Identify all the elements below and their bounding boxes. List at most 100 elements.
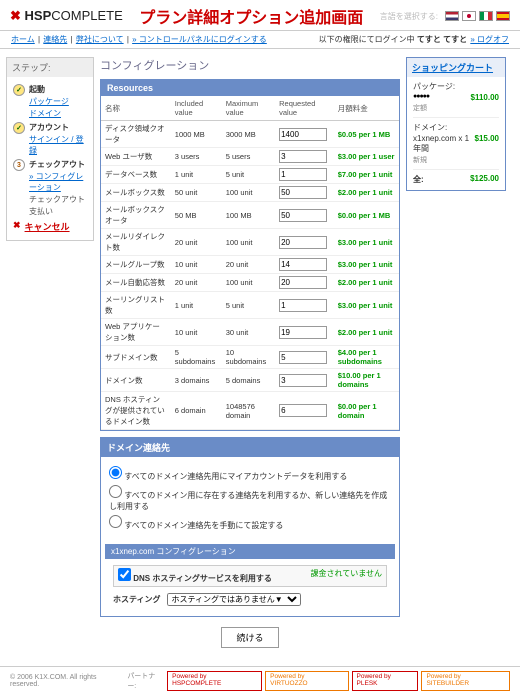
res-included: 10 unit bbox=[171, 319, 222, 346]
res-fee: $2.00 per 1 unit bbox=[334, 184, 399, 202]
res-requested-input[interactable] bbox=[279, 299, 327, 312]
cart-link[interactable]: ショッピングカート bbox=[412, 63, 493, 73]
cart-dom-price: $15.00 bbox=[475, 134, 499, 154]
res-included: 1000 MB bbox=[171, 121, 222, 148]
page-title: プラン詳細オプション追加画面 bbox=[139, 4, 363, 28]
res-requested-input[interactable] bbox=[279, 186, 327, 199]
res-requested-input[interactable] bbox=[279, 404, 327, 417]
cart-pkg-price: $110.00 bbox=[471, 93, 499, 102]
step1-sub-package[interactable]: パッケージ bbox=[29, 96, 69, 107]
radio-use-existing[interactable]: すべてのドメイン用に存在する連絡先を利用するか、新しい連絡先を作成し利用する bbox=[109, 485, 391, 512]
step3-sub-pay: 支払い bbox=[29, 206, 87, 217]
res-requested-input[interactable] bbox=[279, 351, 327, 364]
col-requested: Requested value bbox=[275, 96, 334, 121]
res-requested-input[interactable] bbox=[279, 128, 327, 141]
res-included: 20 unit bbox=[171, 274, 222, 292]
table-row: ドメイン数3 domains5 domains$10.00 per 1 doma… bbox=[101, 369, 399, 392]
res-included: 20 unit bbox=[171, 229, 222, 256]
res-max: 10 subdomains bbox=[222, 346, 275, 369]
cart-total: $125.00 bbox=[470, 174, 499, 185]
nav-contact[interactable]: 連絡先 bbox=[43, 35, 67, 44]
cart-pkg-name: ●●●●● bbox=[413, 93, 429, 102]
radio-use-account[interactable]: すべてのドメイン連絡先用にマイアカウントデータを利用する bbox=[109, 466, 391, 482]
res-fee: $0.05 per 1 MB bbox=[334, 121, 399, 148]
res-requested-input[interactable] bbox=[279, 326, 327, 339]
steps-title: ステップ: bbox=[7, 58, 93, 77]
res-fee: $3.00 per 1 unit bbox=[334, 256, 399, 274]
res-name: ディスク領域クオータ bbox=[101, 121, 171, 148]
res-max: 20 unit bbox=[222, 256, 275, 274]
res-requested-input[interactable] bbox=[279, 276, 327, 289]
res-fee: $4.00 per 1 subdomains bbox=[334, 346, 399, 369]
badge-sitebuilder[interactable]: Powered by SITEBUILDER bbox=[421, 671, 510, 691]
res-requested-input[interactable] bbox=[279, 209, 327, 222]
hosting-select[interactable]: ホスティングではありません▼ bbox=[167, 593, 301, 606]
table-row: Web ユーザ数3 users5 users$3.00 per 1 user bbox=[101, 148, 399, 166]
res-max: 100 unit bbox=[222, 184, 275, 202]
nav-about[interactable]: 弊社について bbox=[76, 35, 124, 44]
res-requested-input[interactable] bbox=[279, 374, 327, 387]
table-row: DNS ホスティングが提供されているドメイン数6 domain1048576 d… bbox=[101, 392, 399, 430]
flag-it-icon[interactable] bbox=[479, 11, 493, 21]
res-included: 6 domain bbox=[171, 392, 222, 430]
steps-panel: ステップ: ✓ 起動 パッケージ ドメイン ✓ アカウント サインイン / 登録 bbox=[6, 57, 94, 241]
cancel-icon: ✖ bbox=[13, 220, 21, 231]
domain-contact-title: ドメイン連絡先 bbox=[101, 438, 399, 457]
resources-panel: Resources 名称 Included value Maximum valu… bbox=[100, 79, 400, 431]
cancel-link[interactable]: キャンセル bbox=[25, 220, 70, 233]
dns-note: 課金されていません bbox=[310, 568, 382, 584]
res-fee: $7.00 per 1 unit bbox=[334, 166, 399, 184]
res-name: データベース数 bbox=[101, 166, 171, 184]
resources-table: 名称 Included value Maximum value Requeste… bbox=[101, 96, 399, 430]
step2-label: アカウント bbox=[29, 123, 69, 132]
res-fee: $0.00 per 1 MB bbox=[334, 202, 399, 229]
step3-badge: 3 bbox=[13, 159, 25, 171]
res-requested-input[interactable] bbox=[279, 236, 327, 249]
domain-cfg-title: x1xnep.com コンフィグレーション bbox=[105, 544, 395, 559]
badge-virtuozzo[interactable]: Powered by VIRTUOZZO bbox=[265, 671, 348, 691]
dns-checkbox[interactable]: DNS ホスティングサービスを利用する bbox=[118, 568, 272, 584]
flag-jp-icon[interactable] bbox=[462, 11, 476, 21]
res-included: 3 domains bbox=[171, 369, 222, 392]
res-included: 5 subdomains bbox=[171, 346, 222, 369]
badge-hspcomplete[interactable]: Powered by HSPCOMPLETE bbox=[167, 671, 262, 691]
radio-manual[interactable]: すべてのドメイン連絡先を手動にて設定する bbox=[109, 515, 391, 531]
res-name: メールボックスクオータ bbox=[101, 202, 171, 229]
res-requested-input[interactable] bbox=[279, 168, 327, 181]
res-name: DNS ホスティングが提供されているドメイン数 bbox=[101, 392, 171, 430]
copyright: © 2006 K1X.COM. All rights reserved. bbox=[10, 674, 127, 688]
res-fee: $2.00 per 1 unit bbox=[334, 274, 399, 292]
res-fee: $3.00 per 1 user bbox=[334, 148, 399, 166]
res-max: 3000 MB bbox=[222, 121, 275, 148]
res-name: ドメイン数 bbox=[101, 369, 171, 392]
step1-sub-domain[interactable]: ドメイン bbox=[29, 108, 69, 119]
step2-sub-signin[interactable]: サインイン / 登録 bbox=[29, 134, 87, 156]
config-heading: コンフィグレーション bbox=[100, 57, 400, 73]
nav-home[interactable]: ホーム bbox=[11, 35, 35, 44]
res-included: 1 unit bbox=[171, 166, 222, 184]
nav-logout[interactable]: » ログオフ bbox=[470, 35, 509, 44]
res-name: Web アプリケーション数 bbox=[101, 319, 171, 346]
table-row: データベース数1 unit5 unit$7.00 per 1 unit bbox=[101, 166, 399, 184]
continue-button[interactable]: 続ける bbox=[221, 627, 278, 648]
res-name: Web ユーザ数 bbox=[101, 148, 171, 166]
res-fee: $3.00 per 1 unit bbox=[334, 229, 399, 256]
login-user: てすと てすと bbox=[417, 35, 467, 44]
flag-es-icon[interactable] bbox=[496, 11, 510, 21]
table-row: メールボックスクオータ50 MB100 MB$0.00 per 1 MB bbox=[101, 202, 399, 229]
badge-plesk[interactable]: Powered by PLESK bbox=[352, 671, 419, 691]
col-included: Included value bbox=[171, 96, 222, 121]
hosting-label: ホスティング bbox=[113, 594, 161, 605]
res-name: メール自動応答数 bbox=[101, 274, 171, 292]
res-name: メールリダイレクト数 bbox=[101, 229, 171, 256]
nav-cp-login[interactable]: » コントロールパネルにログインする bbox=[132, 35, 267, 44]
cart-pkg-note: 定額 bbox=[413, 103, 499, 113]
cart-panel: ショッピングカート パッケージ: ●●●●●$110.00 定額 ドメイン: x… bbox=[406, 57, 506, 191]
res-name: メールボックス数 bbox=[101, 184, 171, 202]
res-requested-input[interactable] bbox=[279, 258, 327, 271]
step3-sub-config[interactable]: » コンフィグレーション bbox=[29, 171, 87, 193]
res-requested-input[interactable] bbox=[279, 150, 327, 163]
step2-badge: ✓ bbox=[13, 122, 25, 134]
flag-us-icon[interactable] bbox=[445, 11, 459, 21]
res-name: メールグループ数 bbox=[101, 256, 171, 274]
